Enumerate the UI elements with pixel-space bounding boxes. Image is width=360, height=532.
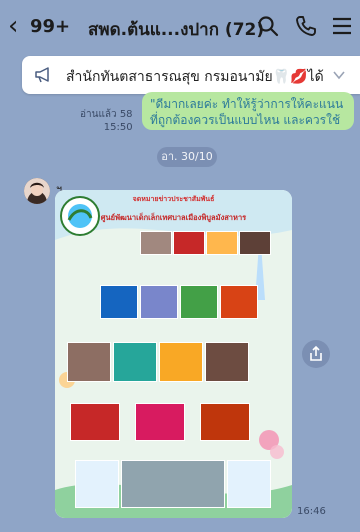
poster-photo [75, 460, 119, 508]
poster-photo [205, 342, 249, 382]
back-button[interactable]: ‹ [8, 12, 18, 40]
poster-photo [67, 342, 111, 382]
poster-photo [180, 285, 218, 319]
poster-headline: จดหมายข่าวประชาสัมพันธ์ [132, 195, 215, 203]
chat-title[interactable]: สพด.ต้นแ...งปาก (72) [88, 16, 264, 43]
poster-subheadline: ศูนย์พัฒนาเด็กเล็กเทศบาลเมืองพิบูลมังสาห… [100, 213, 247, 222]
megaphone-icon [35, 67, 49, 83]
share-icon [310, 345, 322, 361]
poster-photo [100, 285, 138, 319]
poster-photo [159, 342, 203, 382]
poster-photo [140, 231, 172, 255]
outgoing-message-bubble[interactable]: "ดีมากเลยค่ะ ทำให้รู้ว่าการให้คะแนนที่ถู… [142, 92, 354, 130]
poster-photo [200, 403, 250, 441]
avatar[interactable] [24, 178, 50, 204]
date-separator: อา. 30/10 [157, 147, 217, 167]
poster-photo [113, 342, 157, 382]
message-read-meta: อ่านแล้ว 58 15:50 [80, 108, 133, 134]
avatar-photo [24, 178, 50, 204]
announcement-text: สำนักทันตสาธารณสุข กรมอนามัย🦷💋ได้ [66, 69, 324, 85]
poster-photo [227, 460, 271, 508]
chat-header: ‹ 99+ สพด.ต้นแ...งปาก (72) [0, 0, 360, 56]
poster-photo [206, 231, 238, 255]
poster-photo [70, 403, 120, 441]
chevron-down-icon[interactable] [332, 68, 346, 82]
poster-photo [173, 231, 205, 255]
phone-icon[interactable] [294, 14, 318, 38]
poster-photo [135, 403, 185, 441]
search-icon[interactable] [256, 14, 280, 38]
poster-photo [121, 460, 225, 508]
unread-count[interactable]: 99+ [30, 16, 70, 37]
share-button[interactable] [302, 340, 330, 368]
poster-photo [239, 231, 271, 255]
image-message[interactable]: จดหมายข่าวประชาสัมพันธ์ ศูนย์พัฒนาเด็กเล… [55, 190, 292, 518]
message-time: 15:50 [103, 122, 133, 133]
menu-icon[interactable] [330, 14, 354, 38]
poster-photo [220, 285, 258, 319]
announcement-banner[interactable]: สำนักทันตสาธารณสุข กรมอนามัย🦷💋ได้ [22, 56, 360, 94]
poster-photo [140, 285, 178, 319]
message-time: 16:46 [297, 506, 326, 517]
read-count: อ่านแล้ว 58 [80, 109, 133, 120]
